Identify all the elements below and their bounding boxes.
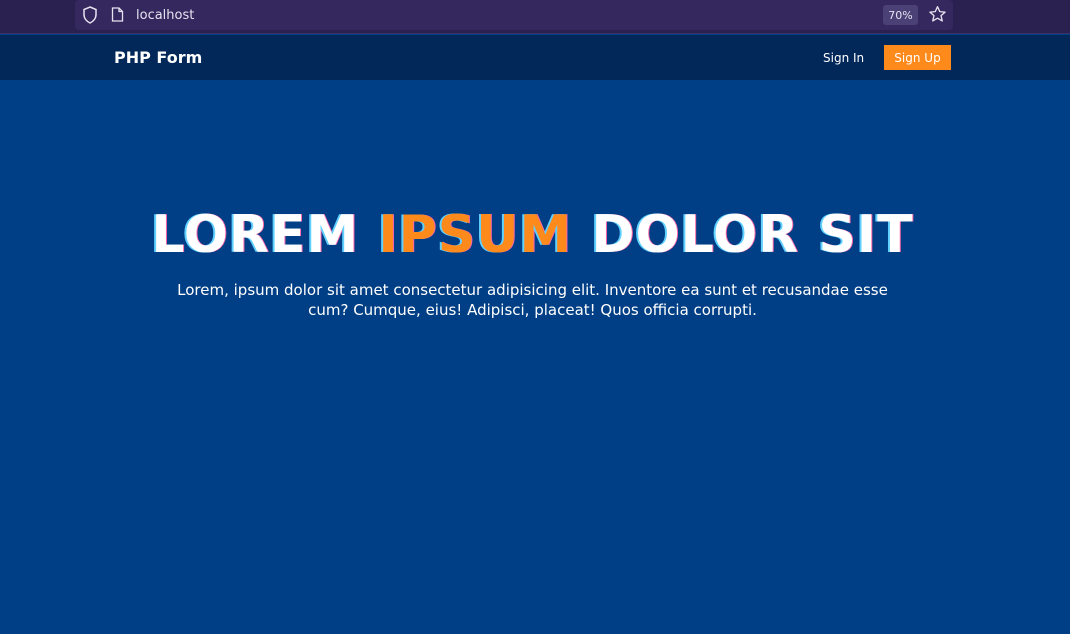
page-icon — [111, 7, 124, 22]
url-text[interactable]: localhost — [136, 8, 194, 23]
address-bar[interactable] — [75, 0, 953, 30]
hero-subtitle: Lorem, ipsum dolor sit amet consectetur … — [177, 281, 888, 319]
hero-title: LOREM IPSUM DOLOR SIT — [0, 205, 1065, 265]
shield-icon[interactable] — [82, 6, 98, 24]
sign-in-link[interactable]: Sign In — [823, 51, 864, 65]
hero-section: LOREM IPSUM DOLOR SIT Lorem, ipsum dolor… — [0, 80, 1070, 634]
zoom-level-badge[interactable]: 70% — [883, 5, 918, 25]
bookmark-star-icon[interactable] — [928, 5, 947, 24]
hero-title-part1: LOREM — [151, 205, 360, 265]
site-navbar: PHP Form Sign In Sign Up — [0, 35, 1070, 80]
brand-logo[interactable]: PHP Form — [114, 48, 202, 67]
sign-up-button[interactable]: Sign Up — [884, 45, 951, 70]
hero-title-accent: IPSUM — [378, 205, 573, 265]
browser-toolbar: localhost 70% — [0, 0, 1070, 34]
hero-title-part2: DOLOR SIT — [591, 205, 914, 265]
